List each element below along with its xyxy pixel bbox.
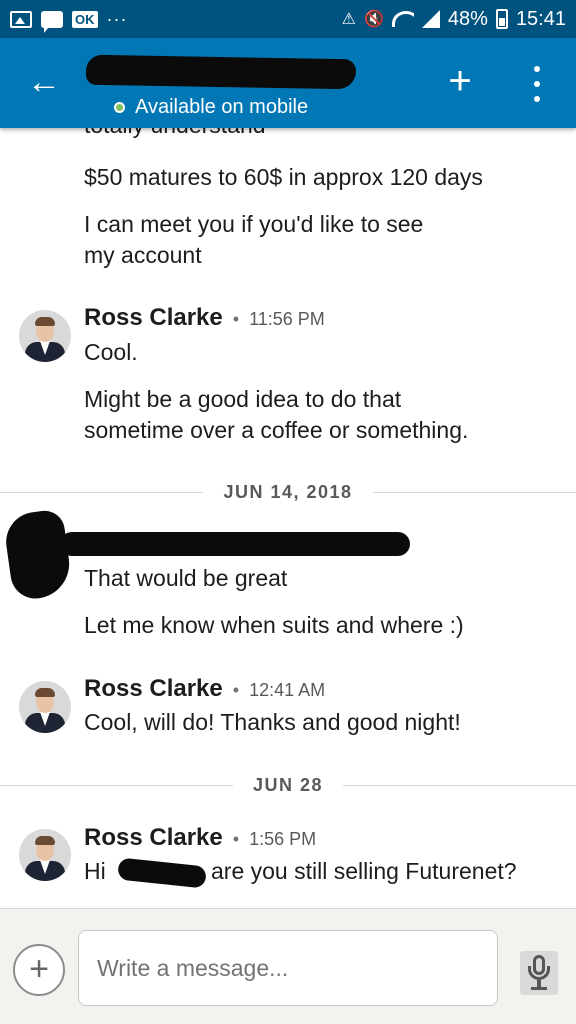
message-timestamp: 11:56 PM: [249, 309, 325, 329]
separator-dot: •: [232, 680, 240, 700]
wifi-icon: [391, 11, 414, 27]
compose-bar: +: [0, 908, 576, 1024]
image-icon: [10, 10, 32, 28]
date-divider: JUN 14, 2018: [0, 477, 576, 507]
plus-icon[interactable]: +: [440, 61, 480, 102]
message-text: Cool.: [84, 339, 138, 365]
sender-name[interactable]: Ross Clarke: [84, 675, 223, 703]
ok-icon: OK: [72, 10, 98, 28]
status-bar: OK ··· ⚠ 🔇 48% 15:41: [0, 0, 576, 38]
message-text: my account: [84, 242, 202, 268]
app-bar: ← Available on mobile +: [0, 38, 576, 128]
message-timestamp: 12:41 AM: [249, 680, 326, 700]
message-text: $50 matures to 60$ in approx 120 days: [84, 164, 483, 190]
battery-percent: 48%: [447, 7, 488, 30]
signal-icon: [421, 10, 440, 28]
partial-message: totally understand: [84, 128, 266, 139]
date-label: JUN 28: [252, 774, 324, 795]
presence-dot-icon: [114, 102, 125, 113]
sender-row: Ross Clarke • 12:41 AM: [84, 675, 325, 703]
sender-name[interactable]: Ross Clarke: [84, 824, 223, 852]
separator-dot: •: [232, 829, 240, 849]
alert-icon: ⚠: [341, 11, 356, 28]
message-timestamp: 1:56 PM: [249, 829, 317, 849]
back-arrow-icon[interactable]: ←: [24, 62, 64, 102]
avatar[interactable]: [19, 829, 71, 881]
avatar[interactable]: [19, 681, 71, 733]
conversation-thread[interactable]: totally understand $50 matures to 60$ in…: [0, 128, 576, 908]
presence-status: Available on mobile: [114, 96, 308, 119]
add-icon[interactable]: +: [13, 944, 65, 996]
redacted-name: [117, 857, 207, 889]
avatar[interactable]: [19, 310, 71, 362]
message-text: sometime over a coffee or something.: [84, 417, 469, 443]
sender-row: Ross Clarke • 1:56 PM: [84, 824, 316, 852]
message-input[interactable]: [78, 930, 498, 1006]
status-left: OK ···: [10, 8, 128, 33]
status-right: ⚠ 🔇 48% 15:41: [342, 8, 566, 31]
presence-text: Available on mobile: [135, 96, 309, 118]
redacted-avatar: [2, 508, 74, 602]
sender-name[interactable]: Ross Clarke: [84, 304, 223, 332]
redacted-contact-name: [85, 54, 357, 90]
mic-icon[interactable]: [520, 951, 558, 995]
more-notifications-icon: ···: [106, 8, 128, 29]
message-text: I can meet you if you'd like to see: [84, 211, 424, 237]
sender-row: Ross Clarke • 11:56 PM: [84, 304, 325, 332]
message-text: Cool, will do! Thanks and good night!: [84, 709, 461, 735]
mute-icon: 🔇: [363, 11, 384, 28]
separator-dot: •: [232, 309, 240, 329]
date-label: JUN 14, 2018: [223, 481, 353, 502]
message-text: Might be a good idea to do that: [84, 386, 402, 412]
message-text: That would be great: [84, 565, 288, 591]
chat-icon: [41, 10, 63, 33]
clock: 15:41: [515, 7, 566, 30]
more-vert-icon[interactable]: [522, 62, 552, 106]
battery-icon: [495, 9, 508, 29]
message-text-end: are you still selling Futurenet?: [211, 858, 517, 884]
redacted-sender-name: [60, 532, 410, 556]
message-text-start: Hi: [84, 858, 106, 884]
date-divider: JUN 28: [0, 770, 576, 800]
message-text: Let me know when suits and where :): [84, 612, 464, 638]
